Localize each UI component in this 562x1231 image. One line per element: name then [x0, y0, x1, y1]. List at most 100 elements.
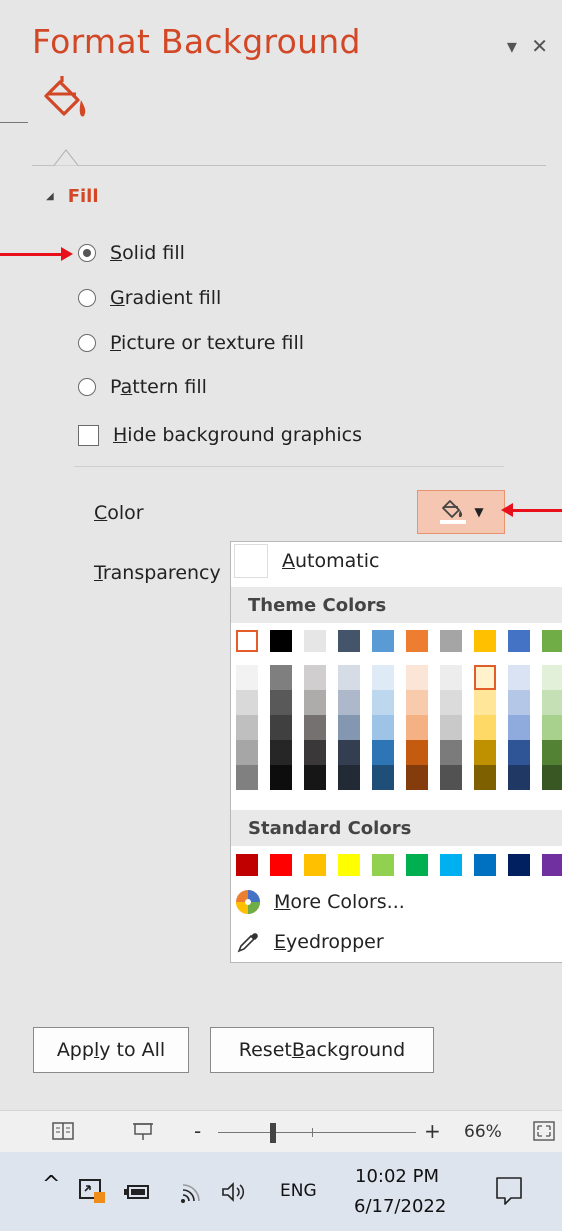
theme-color-swatch[interactable]	[304, 630, 326, 652]
theme-shade-swatch[interactable]	[338, 765, 360, 790]
standard-color-swatch[interactable]	[270, 854, 292, 876]
theme-shade-swatch[interactable]	[304, 765, 326, 790]
theme-shade-swatch[interactable]	[270, 765, 292, 790]
theme-shade-swatch[interactable]	[236, 740, 258, 765]
radio-pattern-fill-indicator[interactable]	[78, 378, 96, 396]
standard-color-swatch[interactable]	[406, 854, 428, 876]
standard-color-swatch[interactable]	[542, 854, 562, 876]
standard-color-swatch[interactable]	[338, 854, 360, 876]
standard-color-swatch[interactable]	[304, 854, 326, 876]
radio-gradient-fill[interactable]: Gradient fill	[78, 287, 221, 309]
theme-shade-swatch[interactable]	[236, 690, 258, 715]
theme-shade-swatch[interactable]	[508, 765, 530, 790]
more-colors-option[interactable]: More Colors...	[231, 884, 562, 920]
theme-color-swatch[interactable]	[508, 630, 530, 652]
apply-to-all-button[interactable]: App l y to All	[33, 1027, 189, 1073]
theme-color-swatch[interactable]	[338, 630, 360, 652]
theme-color-swatch[interactable]	[372, 630, 394, 652]
theme-shade-swatch[interactable]	[270, 690, 292, 715]
fit-to-window-icon[interactable]	[533, 1121, 555, 1141]
theme-shade-swatch[interactable]	[406, 690, 428, 715]
pane-close-button[interactable]: ✕	[531, 34, 548, 58]
theme-shade-swatch[interactable]	[542, 665, 562, 690]
theme-shade-swatch[interactable]	[304, 665, 326, 690]
pane-options-dropdown[interactable]: ▾	[507, 34, 517, 58]
theme-shade-swatch[interactable]	[440, 690, 462, 715]
theme-shade-swatch[interactable]	[236, 765, 258, 790]
system-clock[interactable]: 10:02 PM 6/17/2022	[354, 1162, 446, 1222]
theme-color-swatch[interactable]	[406, 630, 428, 652]
radio-gradient-fill-indicator[interactable]	[78, 289, 96, 307]
theme-shade-swatch[interactable]	[338, 690, 360, 715]
theme-shade-swatch[interactable]	[542, 690, 562, 715]
theme-shade-swatch[interactable]	[372, 665, 394, 690]
reading-view-icon[interactable]	[52, 1121, 74, 1141]
zoom-slider-track[interactable]	[218, 1132, 416, 1133]
theme-shade-swatch[interactable]	[270, 740, 292, 765]
theme-shade-swatch[interactable]	[474, 690, 496, 715]
radio-solid-fill-indicator[interactable]	[78, 244, 96, 262]
standard-color-swatch[interactable]	[236, 854, 258, 876]
input-language[interactable]: ENG	[280, 1181, 317, 1201]
theme-shade-swatch[interactable]	[372, 765, 394, 790]
zoom-out-button[interactable]: -	[194, 1119, 201, 1143]
theme-shade-swatch[interactable]	[474, 740, 496, 765]
theme-shade-swatch[interactable]	[236, 715, 258, 740]
theme-color-swatch[interactable]	[270, 630, 292, 652]
theme-shade-swatch[interactable]	[372, 690, 394, 715]
theme-shade-swatch[interactable]	[440, 665, 462, 690]
slide-show-icon[interactable]	[132, 1121, 154, 1141]
theme-shade-swatch[interactable]	[236, 665, 258, 690]
theme-shade-swatch[interactable]	[474, 665, 496, 690]
theme-shade-swatch[interactable]	[440, 740, 462, 765]
theme-shade-swatch[interactable]	[440, 715, 462, 740]
theme-shade-swatch[interactable]	[372, 715, 394, 740]
theme-color-swatch[interactable]	[236, 630, 258, 652]
radio-picture-fill[interactable]: Picture or texture fill	[78, 332, 304, 354]
theme-shade-swatch[interactable]	[270, 715, 292, 740]
theme-shade-swatch[interactable]	[406, 665, 428, 690]
fill-section-header[interactable]: ◢ Fill	[46, 186, 99, 207]
theme-shade-swatch[interactable]	[304, 740, 326, 765]
theme-color-swatch[interactable]	[474, 630, 496, 652]
theme-shade-swatch[interactable]	[304, 690, 326, 715]
theme-shade-swatch[interactable]	[542, 715, 562, 740]
reset-background-button[interactable]: Reset Background	[210, 1027, 434, 1073]
eyedropper-option[interactable]: Eyedropper	[231, 924, 562, 960]
wifi-icon[interactable]	[180, 1180, 206, 1204]
theme-shade-swatch[interactable]	[474, 715, 496, 740]
volume-icon[interactable]	[220, 1180, 250, 1204]
notifications-icon[interactable]	[495, 1176, 523, 1206]
hide-background-checkbox-box[interactable]	[78, 424, 99, 446]
standard-color-swatch[interactable]	[474, 854, 496, 876]
theme-shade-swatch[interactable]	[406, 715, 428, 740]
standard-color-swatch[interactable]	[372, 854, 394, 876]
zoom-in-button[interactable]: +	[424, 1119, 441, 1143]
radio-picture-fill-indicator[interactable]	[78, 334, 96, 352]
theme-shade-swatch[interactable]	[542, 740, 562, 765]
theme-shade-swatch[interactable]	[304, 715, 326, 740]
theme-shade-swatch[interactable]	[508, 665, 530, 690]
radio-solid-fill[interactable]: Solid fill	[78, 242, 185, 264]
theme-shade-swatch[interactable]	[542, 765, 562, 790]
show-hidden-icons-chevron[interactable]: ^	[42, 1172, 60, 1197]
theme-shade-swatch[interactable]	[406, 765, 428, 790]
theme-shade-swatch[interactable]	[270, 665, 292, 690]
standard-color-swatch[interactable]	[440, 854, 462, 876]
standard-color-swatch[interactable]	[508, 854, 530, 876]
theme-shade-swatch[interactable]	[406, 740, 428, 765]
theme-shade-swatch[interactable]	[508, 690, 530, 715]
theme-shade-swatch[interactable]	[338, 715, 360, 740]
automatic-color-option[interactable]: Automatic	[231, 542, 562, 580]
radio-pattern-fill[interactable]: Pattern fill	[78, 376, 207, 398]
color-picker-button[interactable]: ▼	[417, 490, 505, 534]
hide-background-graphics-checkbox[interactable]: Hide background graphics	[78, 424, 362, 446]
theme-shade-swatch[interactable]	[508, 715, 530, 740]
theme-color-swatch[interactable]	[440, 630, 462, 652]
zoom-slider-thumb[interactable]	[270, 1123, 277, 1143]
theme-shade-swatch[interactable]	[338, 665, 360, 690]
theme-shade-swatch[interactable]	[508, 740, 530, 765]
theme-shade-swatch[interactable]	[440, 765, 462, 790]
theme-shade-swatch[interactable]	[338, 740, 360, 765]
theme-color-swatch[interactable]	[542, 630, 562, 652]
